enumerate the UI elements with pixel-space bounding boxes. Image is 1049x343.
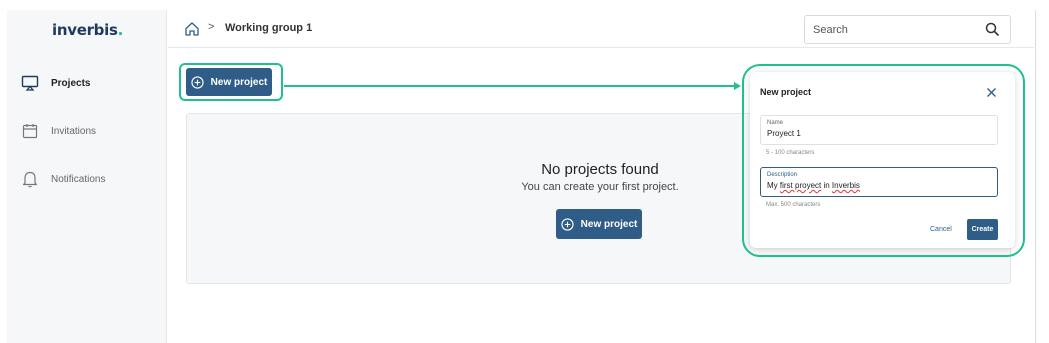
search-input[interactable]: Search bbox=[804, 15, 1011, 44]
new-project-dialog: New project Name Proyect 1 5 - 100 chara… bbox=[750, 72, 1015, 248]
sidebar-item-label: Invitations bbox=[51, 125, 97, 137]
search-placeholder: Search bbox=[813, 24, 848, 36]
sidebar: inverbis. Projects Invitations Notificat… bbox=[7, 10, 167, 343]
logo-dot: . bbox=[117, 21, 124, 39]
scrollbar-track[interactable] bbox=[1035, 10, 1036, 343]
monitor-icon bbox=[19, 72, 41, 94]
cancel-button[interactable]: Cancel bbox=[930, 226, 952, 233]
plus-circle-icon bbox=[191, 75, 204, 89]
logo-text: inverbis bbox=[52, 21, 118, 39]
description-field-label: Description bbox=[767, 172, 798, 178]
home-icon[interactable] bbox=[184, 21, 200, 37]
description-help-text: Max. 500 characters bbox=[766, 202, 821, 208]
description-field-value: My first proyect in Inverbis bbox=[767, 181, 860, 190]
name-help-text: 5 - 100 characters bbox=[766, 150, 815, 156]
sidebar-item-label: Notifications bbox=[51, 173, 106, 185]
dialog-title: New project bbox=[760, 87, 812, 97]
new-project-label: New project bbox=[210, 76, 268, 88]
new-project-button-center[interactable]: New project bbox=[556, 209, 642, 239]
top-bar: > Working group 1 Search bbox=[168, 10, 1034, 48]
sidebar-item-projects[interactable]: Projects bbox=[17, 68, 162, 98]
breadcrumb-separator: > bbox=[208, 21, 215, 33]
breadcrumb-current: Working group 1 bbox=[225, 22, 313, 34]
inverbis-logo[interactable]: inverbis. bbox=[52, 21, 123, 39]
sidebar-item-notifications[interactable]: Notifications bbox=[17, 164, 162, 194]
name-field-value: Proyect 1 bbox=[767, 129, 801, 138]
search-icon[interactable] bbox=[985, 22, 1000, 37]
sidebar-item-invitations[interactable]: Invitations bbox=[17, 116, 162, 146]
calendar-icon bbox=[19, 120, 41, 142]
name-field-label: Name bbox=[767, 120, 784, 126]
close-icon[interactable] bbox=[986, 87, 997, 98]
sidebar-item-label: Projects bbox=[51, 77, 91, 89]
description-field[interactable]: Description My first proyect in Inverbis bbox=[760, 167, 998, 197]
new-project-label: New project bbox=[580, 218, 638, 230]
plus-circle-icon bbox=[561, 217, 574, 231]
bell-icon bbox=[19, 168, 41, 190]
create-button[interactable]: Create bbox=[967, 219, 998, 240]
name-field[interactable]: Name Proyect 1 bbox=[760, 115, 998, 145]
new-project-button[interactable]: New project bbox=[186, 68, 272, 96]
